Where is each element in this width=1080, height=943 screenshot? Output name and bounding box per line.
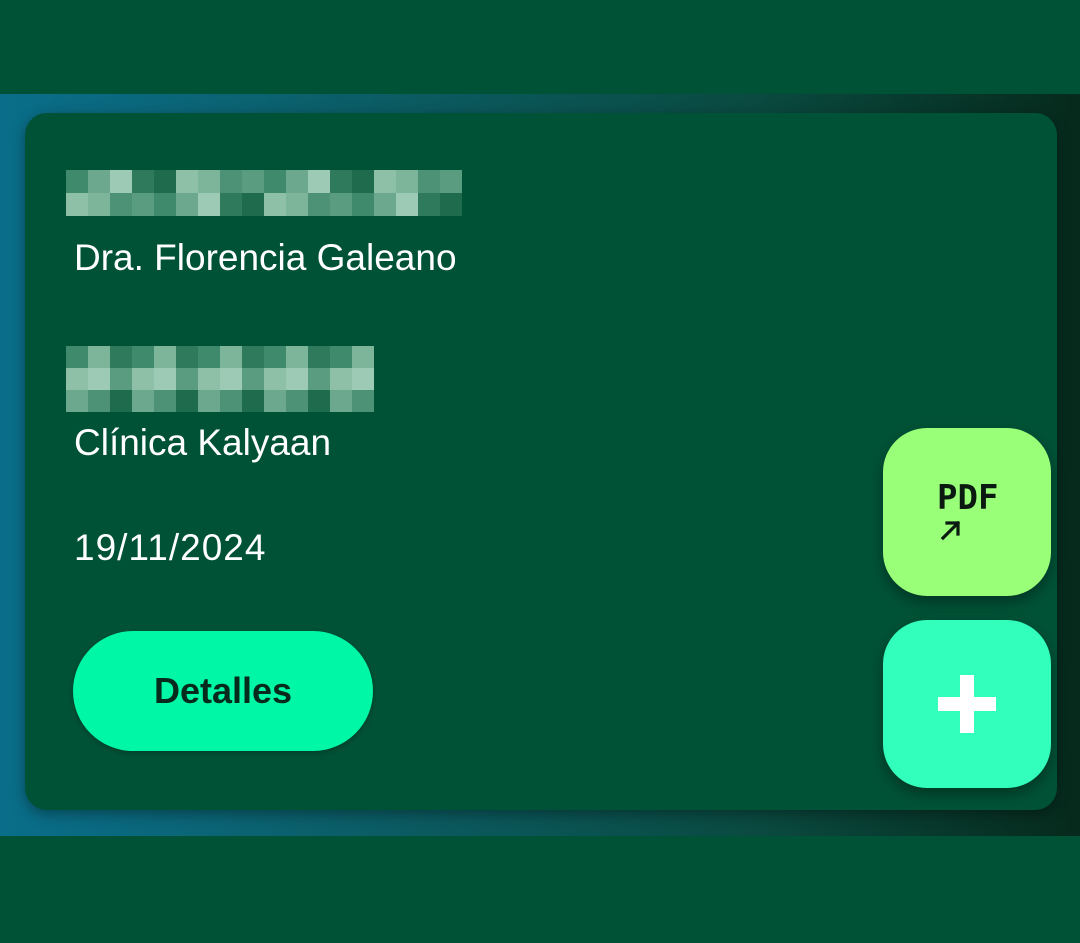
- redaction-pixel: [154, 368, 176, 390]
- redaction-pixel: [352, 368, 374, 390]
- redaction-pixel: [198, 170, 220, 193]
- redaction-pixel: [352, 170, 374, 193]
- redaction-pixel: [132, 390, 154, 412]
- details-button[interactable]: Detalles: [73, 631, 373, 751]
- redaction-pixel: [154, 346, 176, 368]
- pdf-button[interactable]: PDF: [883, 428, 1051, 596]
- arrow-up-right-icon: [940, 520, 961, 541]
- redaction-pixel: [396, 170, 418, 193]
- redaction-pixel: [330, 368, 352, 390]
- redaction-pixel: [220, 368, 242, 390]
- redaction-pixel: [198, 390, 220, 412]
- redaction-pixel: [330, 170, 352, 193]
- redaction-pixel: [242, 368, 264, 390]
- redaction-pixel: [132, 170, 154, 193]
- redaction-pixel: [154, 193, 176, 216]
- redaction-pixel: [308, 368, 330, 390]
- redaction-pixel: [440, 170, 462, 193]
- redaction-pixel: [88, 170, 110, 193]
- redaction-pixel: [110, 193, 132, 216]
- clinic-name: Clínica Kalyaan: [74, 422, 332, 463]
- redaction-pixel: [110, 346, 132, 368]
- redaction-pixel: [418, 193, 440, 216]
- redaction-pixel: [176, 390, 198, 412]
- redaction-pixel: [176, 368, 198, 390]
- redaction-pixel: [132, 346, 154, 368]
- redaction-pixel: [330, 390, 352, 412]
- redaction-pixel: [66, 170, 88, 193]
- redaction-pixel: [352, 193, 374, 216]
- redacted-location-text: [66, 346, 374, 412]
- redaction-pixel: [264, 368, 286, 390]
- redaction-pixel: [88, 346, 110, 368]
- redaction-pixel: [66, 368, 88, 390]
- appointment-date: 19/11/2024: [74, 527, 267, 568]
- redaction-pixel: [132, 368, 154, 390]
- redaction-pixel: [132, 193, 154, 216]
- redaction-pixel: [286, 193, 308, 216]
- redaction-pixel: [330, 193, 352, 216]
- redaction-pixel: [308, 193, 330, 216]
- redacted-specialty-text: [66, 170, 462, 216]
- redaction-pixel: [308, 170, 330, 193]
- redaction-pixel: [176, 193, 198, 216]
- redaction-pixel: [418, 170, 440, 193]
- redaction-pixel: [352, 346, 374, 368]
- redaction-pixel: [330, 346, 352, 368]
- redaction-pixel: [242, 390, 264, 412]
- redaction-pixel: [88, 193, 110, 216]
- redaction-pixel: [66, 193, 88, 216]
- redaction-pixel: [220, 390, 242, 412]
- pdf-label: PDF: [937, 478, 999, 518]
- redaction-pixel: [396, 193, 418, 216]
- redaction-pixel: [176, 170, 198, 193]
- redaction-pixel: [110, 390, 132, 412]
- redaction-pixel: [242, 193, 264, 216]
- redaction-pixel: [198, 193, 220, 216]
- doctor-name: Dra. Florencia Galeano: [74, 237, 457, 278]
- redaction-pixel: [220, 170, 242, 193]
- redaction-pixel: [154, 170, 176, 193]
- redaction-pixel: [352, 390, 374, 412]
- redaction-pixel: [286, 368, 308, 390]
- redaction-pixel: [176, 346, 198, 368]
- add-button[interactable]: [883, 620, 1051, 788]
- redaction-pixel: [66, 346, 88, 368]
- redaction-pixel: [88, 368, 110, 390]
- redaction-pixel: [374, 170, 396, 193]
- redaction-pixel: [286, 170, 308, 193]
- plus-icon: [938, 675, 996, 733]
- redaction-pixel: [110, 170, 132, 193]
- redaction-pixel: [308, 390, 330, 412]
- redaction-pixel: [264, 170, 286, 193]
- redaction-pixel: [264, 390, 286, 412]
- redaction-pixel: [286, 346, 308, 368]
- redaction-pixel: [154, 390, 176, 412]
- redaction-pixel: [220, 346, 242, 368]
- redaction-pixel: [286, 390, 308, 412]
- redaction-pixel: [198, 368, 220, 390]
- redaction-pixel: [440, 193, 462, 216]
- redaction-pixel: [264, 346, 286, 368]
- redaction-pixel: [264, 193, 286, 216]
- pdf-open-external-icon: PDF: [927, 472, 1007, 552]
- redaction-pixel: [198, 346, 220, 368]
- redaction-pixel: [308, 346, 330, 368]
- redaction-pixel: [88, 390, 110, 412]
- redaction-pixel: [220, 193, 242, 216]
- redaction-pixel: [374, 193, 396, 216]
- redaction-pixel: [242, 346, 264, 368]
- redaction-pixel: [110, 368, 132, 390]
- redaction-pixel: [242, 170, 264, 193]
- redaction-pixel: [66, 390, 88, 412]
